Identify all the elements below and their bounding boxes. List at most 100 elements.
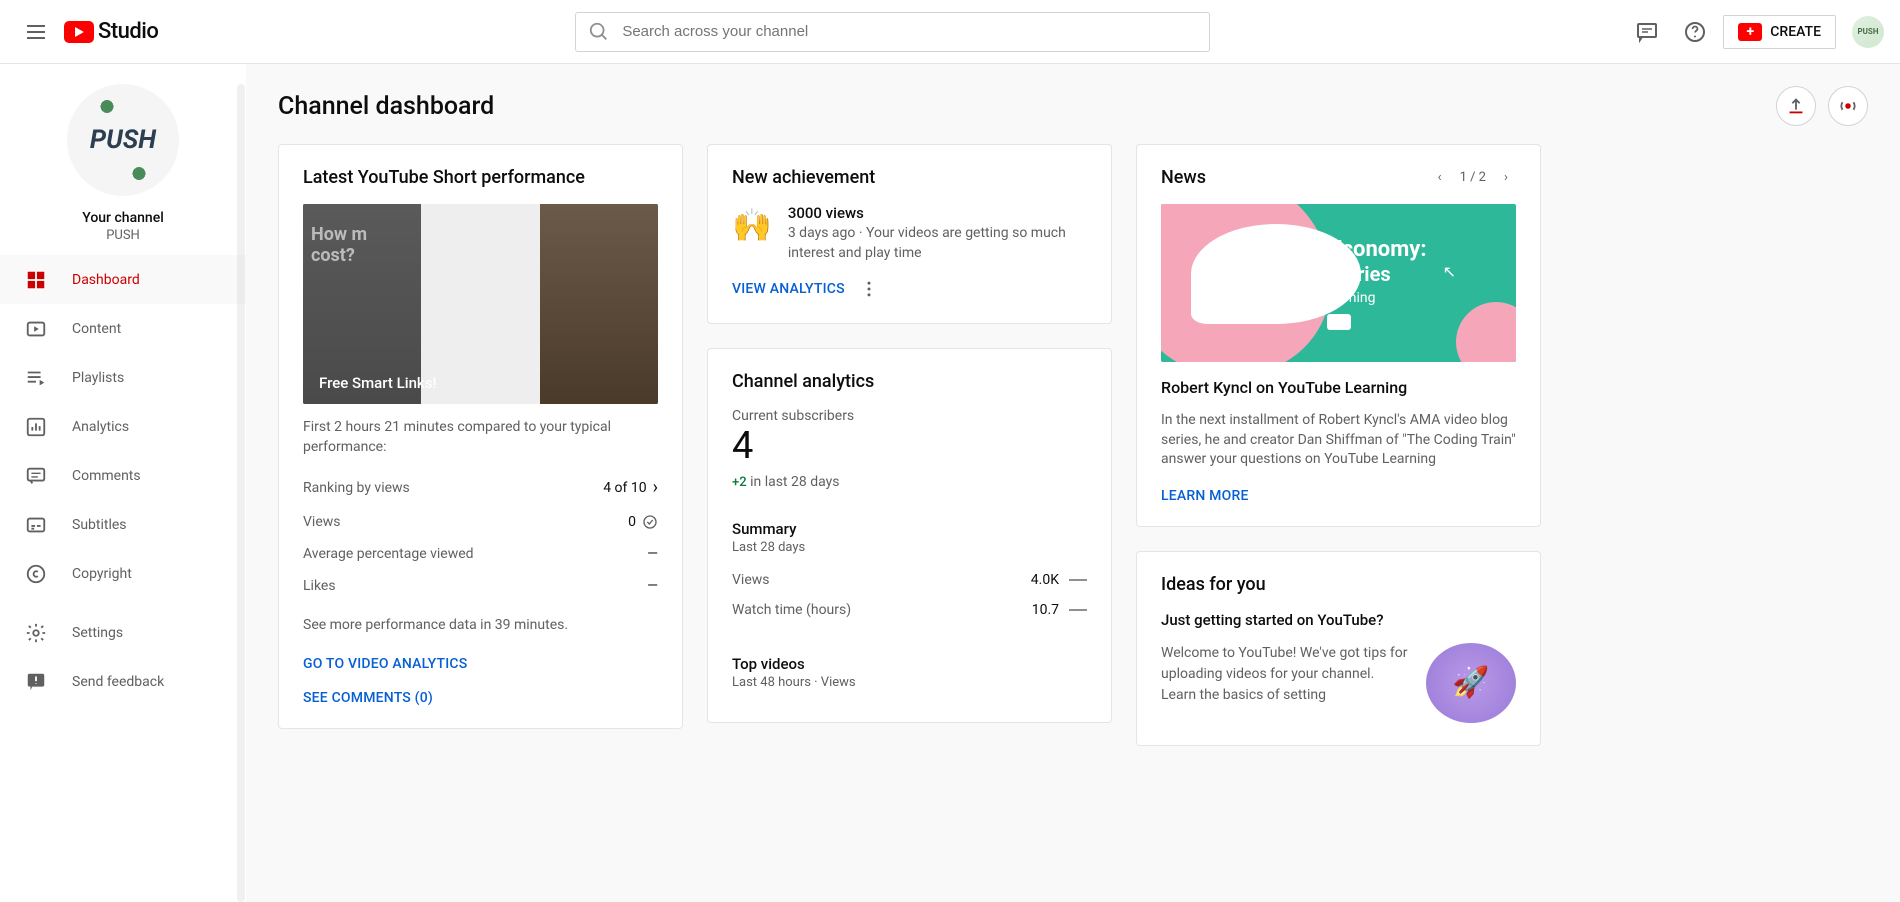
- news-next-button[interactable]: ›: [1496, 170, 1516, 185]
- header-actions: CREATE PUSH: [1627, 12, 1884, 52]
- performance-note: See more performance data in 39 minutes.: [303, 616, 658, 636]
- performance-subtitle: First 2 hours 21 minutes compared to you…: [303, 418, 658, 457]
- subscribers-count: 4: [732, 424, 1087, 470]
- search-input[interactable]: [622, 23, 1197, 40]
- analytics-row-views: Views 4.0K: [732, 565, 1087, 595]
- go-live-button[interactable]: [1828, 86, 1868, 126]
- stat-label: Views: [303, 514, 341, 530]
- app-header: Studio CREATE PUSH: [0, 0, 1900, 64]
- content-icon: [24, 317, 48, 341]
- idea-subtitle: Just getting started on YouTube?: [1161, 611, 1516, 629]
- summary-title: Summary: [732, 520, 1087, 538]
- subtitles-icon: [24, 513, 48, 537]
- ideas-card: Ideas for you Just getting started on Yo…: [1136, 551, 1541, 746]
- live-icon: [1837, 95, 1859, 117]
- card-title: News: [1161, 167, 1206, 188]
- search-box[interactable]: [575, 12, 1210, 52]
- sidebar-item-label: Dashboard: [72, 272, 140, 288]
- channel-name: PUSH: [0, 228, 246, 243]
- sidebar-item-label: Send feedback: [72, 674, 164, 690]
- sidebar-item-label: Comments: [72, 468, 141, 484]
- card-title: New achievement: [732, 167, 1087, 188]
- check-circle-icon: [642, 514, 658, 530]
- card-title: Latest YouTube Short performance: [303, 167, 658, 188]
- hamburger-menu-button[interactable]: [16, 12, 56, 52]
- help-icon: [1683, 20, 1707, 44]
- see-comments-link[interactable]: SEE COMMENTS (0): [303, 690, 658, 706]
- news-pagination: ‹ 1 / 2 ›: [1430, 170, 1516, 185]
- stat-ranking[interactable]: Ranking by views 4 of 10›: [303, 469, 658, 506]
- achievement-card: New achievement 🙌 3000 views 3 days ago …: [707, 144, 1112, 324]
- sidebar-item-analytics[interactable]: Analytics: [0, 402, 246, 451]
- feedback-icon: [24, 670, 48, 694]
- sidebar-item-playlists[interactable]: Playlists: [0, 353, 246, 402]
- stat-label: Likes: [303, 578, 336, 594]
- celebrate-icon: 🙌: [732, 206, 772, 244]
- comments-icon: [24, 464, 48, 488]
- news-body: In the next installment of Robert Kyncl'…: [1161, 411, 1516, 470]
- playlists-icon: [24, 366, 48, 390]
- sidebar-item-dashboard[interactable]: Dashboard: [0, 255, 246, 304]
- sidebar-nav: Dashboard Content Playlists Analytics Co…: [0, 255, 246, 706]
- youtube-small-icon: [1327, 314, 1351, 330]
- sidebar-item-subtitles[interactable]: Subtitles: [0, 500, 246, 549]
- upload-icon: [1785, 95, 1807, 117]
- more-options-button[interactable]: [857, 277, 881, 301]
- analytics-icon: [24, 415, 48, 439]
- account-avatar[interactable]: PUSH: [1852, 16, 1884, 48]
- sidebar: PUSH Your channel PUSH Dashboard Content…: [0, 64, 246, 902]
- news-card: News ‹ 1 / 2 › Creator Economy: AMA seri…: [1136, 144, 1541, 527]
- stat-label: Ranking by views: [303, 480, 410, 496]
- news-headline: Robert Kyncl on YouTube Learning: [1161, 378, 1516, 397]
- sidebar-item-label: Content: [72, 321, 121, 337]
- card-title: Channel analytics: [732, 371, 1087, 392]
- chat-button[interactable]: [1627, 12, 1667, 52]
- top-videos-sub: Last 48 hours · Views: [732, 675, 1087, 690]
- upload-video-button[interactable]: [1776, 86, 1816, 126]
- sidebar-item-comments[interactable]: Comments: [0, 451, 246, 500]
- page-title: Channel dashboard: [278, 92, 494, 121]
- latest-performance-card: Latest YouTube Short performance How mco…: [278, 144, 683, 729]
- more-vertical-icon: [859, 279, 879, 299]
- sidebar-item-feedback[interactable]: Send feedback: [0, 657, 246, 706]
- chat-icon: [1635, 20, 1659, 44]
- sidebar-item-content[interactable]: Content: [0, 304, 246, 353]
- youtube-icon: [64, 21, 94, 43]
- stat-likes: Likes —: [303, 570, 658, 602]
- stat-label: Average percentage viewed: [303, 546, 474, 562]
- trend-bar-icon: [1069, 609, 1087, 611]
- create-button[interactable]: CREATE: [1723, 15, 1836, 49]
- search-container: [158, 12, 1627, 52]
- channel-avatar[interactable]: PUSH: [67, 84, 179, 196]
- sidebar-item-settings[interactable]: Settings: [0, 608, 246, 657]
- menu-icon: [24, 20, 48, 44]
- help-button[interactable]: [1675, 12, 1715, 52]
- trend-bar-icon: [1069, 579, 1087, 581]
- dashboard-icon: [24, 268, 48, 292]
- stat-views: Views 0: [303, 506, 658, 538]
- news-image[interactable]: Creator Economy: AMA series #3 Learning …: [1161, 204, 1516, 362]
- create-label: CREATE: [1770, 24, 1821, 40]
- subscribers-delta: +2: [732, 475, 747, 490]
- channel-analytics-card: Channel analytics Current subscribers 4 …: [707, 348, 1112, 723]
- chevron-right-icon: ›: [653, 477, 658, 498]
- logo-text: Studio: [98, 19, 158, 44]
- top-videos-title: Top videos: [732, 655, 1087, 673]
- sidebar-item-label: Subtitles: [72, 517, 127, 533]
- subscribers-label: Current subscribers: [732, 408, 1087, 424]
- sidebar-item-label: Playlists: [72, 370, 124, 386]
- learn-more-link[interactable]: LEARN MORE: [1161, 488, 1249, 504]
- main-content: Channel dashboard Latest YouTube Short p…: [246, 64, 1900, 902]
- studio-logo[interactable]: Studio: [64, 19, 158, 44]
- copyright-icon: [24, 562, 48, 586]
- go-to-video-analytics-link[interactable]: GO TO VIDEO ANALYTICS: [303, 656, 658, 672]
- card-title: Ideas for you: [1161, 574, 1516, 595]
- achievement-headline: 3000 views: [788, 204, 1087, 222]
- video-thumbnail[interactable]: How mcost? How much does it cost? Free S…: [303, 204, 658, 404]
- stat-avg-viewed: Average percentage viewed —: [303, 538, 658, 570]
- analytics-row-watchtime: Watch time (hours) 10.7: [732, 595, 1087, 625]
- sidebar-item-label: Copyright: [72, 566, 132, 582]
- sidebar-item-copyright[interactable]: Copyright: [0, 549, 246, 598]
- news-prev-button[interactable]: ‹: [1430, 170, 1450, 185]
- view-analytics-link[interactable]: VIEW ANALYTICS: [732, 281, 845, 297]
